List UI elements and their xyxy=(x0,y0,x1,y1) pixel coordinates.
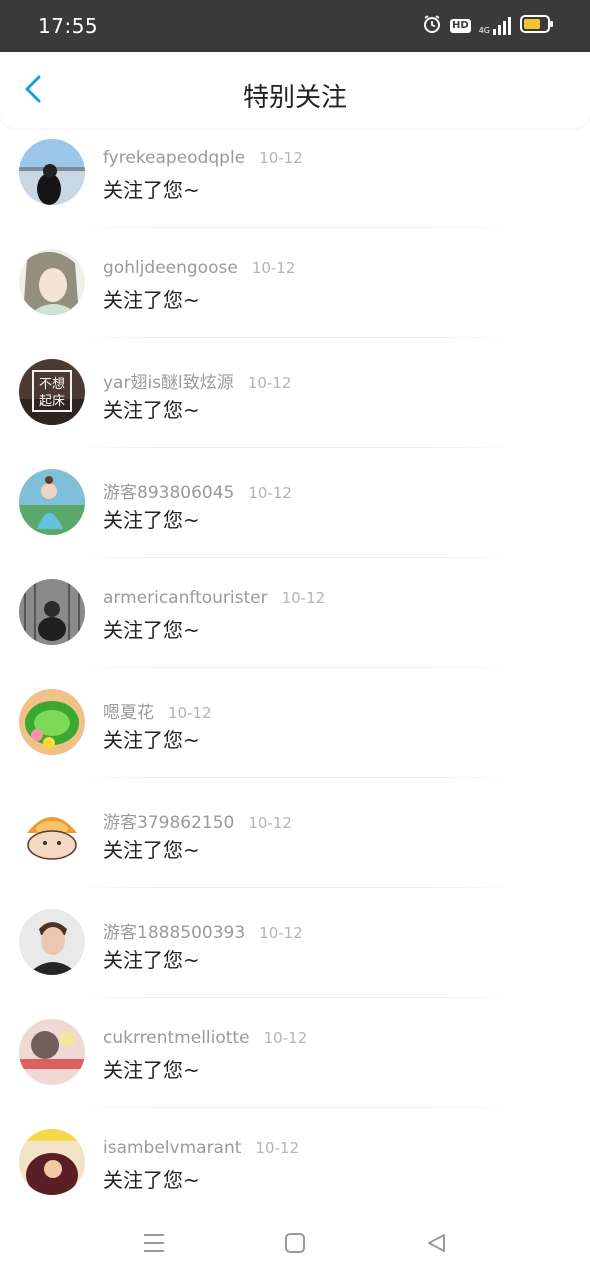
timestamp: 10-12 xyxy=(281,589,326,607)
avatar[interactable] xyxy=(19,1129,85,1195)
back-nav-button[interactable] xyxy=(421,1230,451,1260)
username[interactable]: 游客1888500393 xyxy=(103,923,245,943)
avatar[interactable] xyxy=(19,139,85,205)
message-text: 关注了您~ xyxy=(103,178,200,202)
message-text: 关注了您~ xyxy=(103,288,200,312)
status-time: 17:55 xyxy=(38,14,99,38)
username[interactable]: gohljdeengoose xyxy=(103,258,238,278)
username[interactable]: 游客893806045 xyxy=(103,483,234,503)
signal-4g-icon: 4G xyxy=(479,17,512,35)
message-text: 关注了您~ xyxy=(103,1058,200,1082)
username[interactable]: armericanftourister xyxy=(103,588,268,608)
username[interactable]: isambelvmarant xyxy=(103,1138,241,1158)
follow-list: fyrekeapeodqple 10-12 关注了您~ gohljdeengoos… xyxy=(0,118,590,1218)
username[interactable]: cukrrentmelliotte xyxy=(103,1028,250,1048)
avatar[interactable] xyxy=(19,799,85,865)
list-item[interactable]: 不想 起床 yar翅is醚l致炫源 10-12 关注了您~ xyxy=(0,338,590,448)
list-item[interactable]: cukrrentmelliotte 10-12 关注了您~ xyxy=(0,998,590,1108)
timestamp: 10-12 xyxy=(248,484,292,502)
username[interactable]: 游客379862150 xyxy=(103,813,234,833)
list-item[interactable]: 游客893806045 10-12 关注了您~ xyxy=(0,448,590,558)
timestamp: 10-12 xyxy=(259,149,303,167)
avatar[interactable] xyxy=(19,469,85,535)
avatar[interactable]: 不想 起床 xyxy=(19,359,85,425)
username[interactable]: fyrekeapeodqple xyxy=(103,148,245,168)
list-item[interactable]: isambelvmarant 10-12 关注了您~ xyxy=(0,1108,590,1218)
list-item[interactable]: 游客379862150 10-12 关注了您~ xyxy=(0,778,590,888)
menu-icon xyxy=(142,1232,166,1258)
message-text: 关注了您~ xyxy=(103,728,200,752)
hd-icon: HD xyxy=(450,19,471,33)
battery-icon xyxy=(520,15,554,37)
avatar[interactable] xyxy=(19,249,85,315)
message-text: 关注了您~ xyxy=(103,508,200,532)
back-triangle-icon xyxy=(425,1232,447,1258)
status-bar: 17:55 HD 4G xyxy=(0,0,590,52)
username[interactable]: 嗯夏花 xyxy=(103,703,154,723)
home-square-icon xyxy=(284,1232,306,1258)
list-item[interactable]: armericanftourister 10-12 关注了您~ xyxy=(0,558,590,668)
list-item[interactable]: 嗯夏花 10-12 关注了您~ xyxy=(0,668,590,778)
message-text: 关注了您~ xyxy=(103,1168,200,1192)
avatar[interactable] xyxy=(19,909,85,975)
message-text: 关注了您~ xyxy=(103,398,200,422)
timestamp: 10-12 xyxy=(168,704,212,722)
avatar[interactable] xyxy=(19,689,85,755)
svg-text:不想: 不想 xyxy=(39,376,65,392)
message-text: 关注了您~ xyxy=(103,838,200,862)
username[interactable]: yar翅is醚l致炫源 xyxy=(103,373,234,393)
message-text: 关注了您~ xyxy=(103,948,200,972)
timestamp: 10-12 xyxy=(255,1139,300,1157)
message-text: 关注了您~ xyxy=(103,618,200,642)
page-title: 特别关注 xyxy=(242,83,347,113)
avatar[interactable] xyxy=(19,579,85,645)
status-icons: HD 4G xyxy=(422,14,554,38)
timestamp: 10-12 xyxy=(251,259,296,277)
menu-button[interactable] xyxy=(139,1230,169,1260)
system-nav-bar xyxy=(0,1210,590,1280)
svg-text:起床: 起床 xyxy=(39,394,65,409)
network-label: 4G xyxy=(478,26,490,35)
timestamp: 10-12 xyxy=(248,814,292,832)
avatar[interactable] xyxy=(19,1019,85,1085)
list-item[interactable]: 游客1888500393 10-12 关注了您~ xyxy=(0,888,590,998)
list-item[interactable]: fyrekeapeodqple 10-12 关注了您~ xyxy=(0,118,590,228)
home-button[interactable] xyxy=(280,1230,310,1260)
timestamp: 10-12 xyxy=(247,374,292,392)
header-bar: 特别关注 xyxy=(0,52,590,128)
timestamp: 10-12 xyxy=(263,1029,308,1047)
timestamp: 10-12 xyxy=(259,924,303,942)
list-item[interactable]: gohljdeengoose 10-12 关注了您~ xyxy=(0,228,590,338)
alarm-icon xyxy=(422,14,442,38)
